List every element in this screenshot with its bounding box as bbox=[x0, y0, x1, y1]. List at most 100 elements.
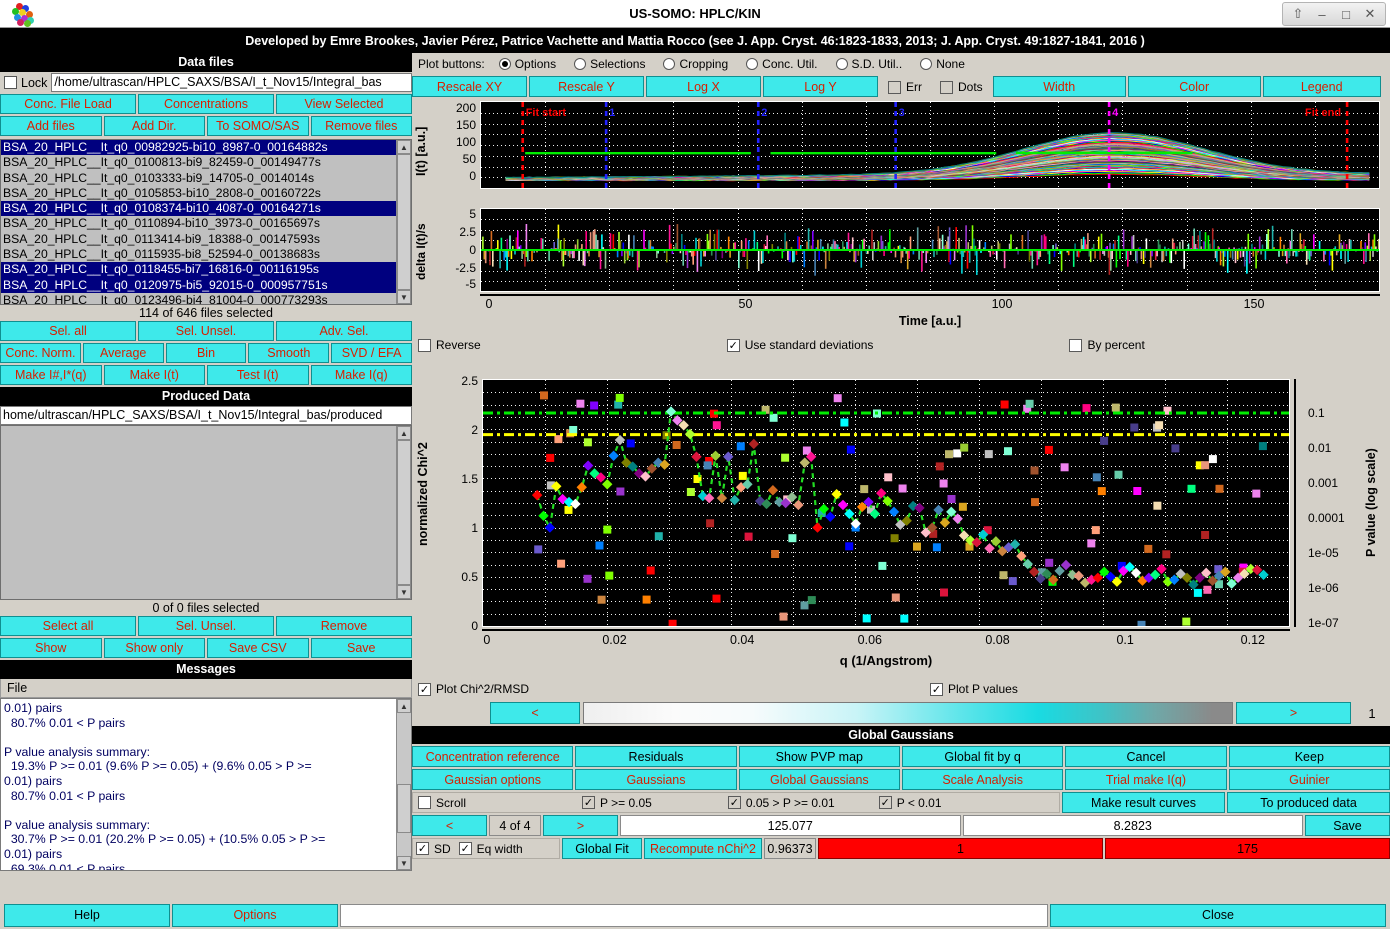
select-all-button[interactable]: Select all bbox=[0, 616, 136, 636]
slider-prev-button[interactable]: < bbox=[490, 702, 580, 724]
messages-scroll-up-icon[interactable]: ▲ bbox=[397, 699, 411, 713]
minimize-icon[interactable]: – bbox=[1311, 4, 1333, 24]
view-selected-button[interactable]: View Selected bbox=[276, 94, 412, 114]
messages-file-menu[interactable]: File bbox=[7, 681, 27, 695]
conc-norm-button[interactable]: Conc. Norm. bbox=[0, 343, 81, 363]
file-list-item[interactable]: BSA_20_HPLC__It_q0_0100813-bi9_82459-0_0… bbox=[1, 155, 396, 170]
global-gaussians-button[interactable]: Global Gaussians bbox=[739, 769, 900, 790]
messages-scroll-down-icon[interactable]: ▼ bbox=[397, 856, 411, 870]
file-list-item[interactable]: BSA_20_HPLC__It_q0_0105853-bi10_2808-0_0… bbox=[1, 186, 396, 201]
file-list-item[interactable]: BSA_20_HPLC__It_q0_0113414-bi9_18388-0_0… bbox=[1, 232, 396, 247]
plot-mode-conc-util[interactable]: Conc. Util. bbox=[746, 57, 817, 71]
plot-mode-none[interactable]: None bbox=[920, 57, 965, 71]
log-y-button[interactable]: Log Y bbox=[763, 76, 878, 97]
adv-sel-button[interactable]: Adv. Sel. bbox=[276, 321, 412, 341]
produced-scroll-up-icon[interactable]: ▲ bbox=[397, 426, 411, 440]
p-lt-001-checkbox[interactable]: ✓ bbox=[879, 796, 892, 809]
sd-checkbox[interactable]: ✓ bbox=[416, 842, 429, 855]
gaussian-options-button[interactable]: Gaussian options bbox=[412, 769, 573, 790]
file-list-item[interactable]: BSA_20_HPLC__It_q0_0103333-bi9_14705-0_0… bbox=[1, 171, 396, 186]
conc-file-load-button[interactable]: Conc. File Load bbox=[0, 94, 136, 114]
make-result-curves-button[interactable]: Make result curves bbox=[1062, 792, 1225, 813]
file-list-item[interactable]: BSA_20_HPLC__It_q0_0108374-bi10_4087-0_0… bbox=[1, 201, 396, 216]
plot-mode-selections[interactable]: Selections bbox=[574, 57, 645, 71]
remove-button[interactable]: Remove bbox=[276, 616, 412, 636]
by-percent-checkbox[interactable] bbox=[1069, 339, 1082, 352]
data-files-list[interactable]: BSA_20_HPLC__It_q0_00982925-bi10_8987-0_… bbox=[0, 139, 412, 305]
file-list-item[interactable]: BSA_20_HPLC__It_q0_0110894-bi10_3973-0_0… bbox=[1, 216, 396, 231]
scroll-checkbox-wrap[interactable]: Scroll bbox=[413, 796, 474, 810]
rescale-xy-button[interactable]: Rescale XY bbox=[412, 76, 527, 97]
file-list-item[interactable]: BSA_20_HPLC__It_q0_00982925-bi10_8987-0_… bbox=[1, 140, 396, 155]
scroll-down-icon[interactable]: ▼ bbox=[397, 290, 411, 304]
options-button[interactable]: Options bbox=[172, 904, 338, 927]
to-produced-data-button[interactable]: To produced data bbox=[1227, 792, 1390, 813]
lock-checkbox[interactable] bbox=[4, 76, 17, 89]
red-value-1[interactable]: 1 bbox=[818, 838, 1103, 859]
std-dev-checkbox[interactable]: ✓ bbox=[727, 339, 740, 352]
color-button[interactable]: Color bbox=[1128, 76, 1261, 97]
test-it-button[interactable]: Test I(t) bbox=[207, 365, 309, 385]
produced-scrollbar-track[interactable] bbox=[397, 440, 411, 585]
radio-selections-icon[interactable] bbox=[574, 58, 586, 70]
keep-button[interactable]: Keep bbox=[1229, 746, 1390, 767]
p-ge-005-checkbox-wrap[interactable]: ✓ P >= 0.05 bbox=[574, 796, 660, 810]
scrollbar-track[interactable] bbox=[397, 154, 411, 290]
data-files-scrollbar[interactable]: ▲ ▼ bbox=[396, 140, 411, 304]
maximize-icon[interactable]: □ bbox=[1335, 4, 1357, 24]
produced-scroll-down-icon[interactable]: ▼ bbox=[397, 585, 411, 599]
messages-menubar[interactable]: File bbox=[0, 679, 412, 698]
width-button[interactable]: Width bbox=[993, 76, 1126, 97]
remove-files-button[interactable]: Remove files bbox=[311, 116, 413, 136]
chi2-plot-canvas[interactable] bbox=[482, 379, 1290, 627]
help-button[interactable]: Help bbox=[4, 904, 170, 927]
scroll-up-icon[interactable]: ▲ bbox=[397, 140, 411, 154]
gaussians-button[interactable]: Gaussians bbox=[575, 769, 736, 790]
p-lt-001-checkbox-wrap[interactable]: ✓ P < 0.01 bbox=[871, 796, 950, 810]
produced-data-scrollbar[interactable]: ▲ ▼ bbox=[396, 426, 411, 599]
by-percent-checkbox-wrap[interactable]: By percent bbox=[1061, 338, 1152, 352]
average-button[interactable]: Average bbox=[83, 343, 164, 363]
produced-save-button[interactable]: Save bbox=[311, 638, 413, 658]
nav-save-button[interactable]: Save bbox=[1305, 815, 1390, 836]
dots-checkbox-wrap[interactable]: Dots bbox=[932, 76, 991, 98]
residuals-plot-canvas[interactable] bbox=[480, 208, 1380, 292]
make-it-button[interactable]: Make I(t) bbox=[104, 365, 206, 385]
show-pvp-map-button[interactable]: Show PVP map bbox=[739, 746, 900, 767]
concentration-reference-button[interactable]: Concentration reference bbox=[412, 746, 573, 767]
sd-checkbox-wrap[interactable]: ✓ SD bbox=[413, 842, 455, 856]
file-list-item[interactable]: BSA_20_HPLC__It_q0_0118455-bi7_16816-0_0… bbox=[1, 262, 396, 277]
produced-data-path-input[interactable]: home/ultrascan/HPLC_SAXS/BSA/I_t_Nov15/I… bbox=[0, 406, 412, 425]
recompute-nchi2-button[interactable]: Recompute nChi^2 bbox=[644, 838, 762, 859]
global-fit-button[interactable]: Global Fit bbox=[562, 838, 642, 859]
cancel-button[interactable]: Cancel bbox=[1065, 746, 1226, 767]
sel-all-button[interactable]: Sel. all bbox=[0, 321, 136, 341]
messages-box[interactable]: 0.01) pairs 80.7% 0.01 < P pairs P value… bbox=[0, 698, 412, 871]
close-icon[interactable]: ✕ bbox=[1359, 4, 1381, 24]
dots-checkbox[interactable] bbox=[940, 81, 953, 94]
restore-icon[interactable]: ⇧ bbox=[1287, 4, 1309, 24]
slider-next-button[interactable]: > bbox=[1236, 702, 1351, 724]
produced-data-list[interactable]: ▲ ▼ bbox=[0, 425, 412, 600]
nav-value-2-input[interactable]: 8.2823 bbox=[963, 815, 1304, 836]
err-checkbox[interactable] bbox=[888, 81, 901, 94]
plot-mode-sd-util[interactable]: S.D. Util.. bbox=[836, 57, 903, 71]
save-csv-button[interactable]: Save CSV bbox=[207, 638, 309, 658]
file-list-item[interactable]: BSA_20_HPLC__It_q0_0123496-bi4_81004-0_0… bbox=[1, 293, 396, 304]
file-list-item[interactable]: BSA_20_HPLC__It_q0_0115935-bi8_52594-0_0… bbox=[1, 247, 396, 262]
guinier-button[interactable]: Guinier bbox=[1229, 769, 1390, 790]
messages-scrollbar-thumb[interactable] bbox=[397, 784, 411, 833]
radio-cropping-icon[interactable] bbox=[663, 58, 675, 70]
bin-button[interactable]: Bin bbox=[166, 343, 247, 363]
close-button[interactable]: Close bbox=[1050, 904, 1386, 927]
p-mid-checkbox-wrap[interactable]: ✓ 0.05 > P >= 0.01 bbox=[720, 796, 843, 810]
plot-mode-options[interactable]: Options bbox=[499, 57, 556, 71]
slider-track[interactable] bbox=[583, 702, 1233, 724]
radio-conc-util-icon[interactable] bbox=[746, 58, 758, 70]
messages-scrollbar[interactable]: ▲ ▼ bbox=[396, 699, 411, 870]
to-somo-sas-button[interactable]: To SOMO/SAS bbox=[207, 116, 309, 136]
radio-sd-util-icon[interactable] bbox=[836, 58, 848, 70]
sel-unsel-button[interactable]: Sel. Unsel. bbox=[138, 321, 274, 341]
p-mid-checkbox[interactable]: ✓ bbox=[728, 796, 741, 809]
svd-efa-button[interactable]: SVD / EFA bbox=[331, 343, 412, 363]
